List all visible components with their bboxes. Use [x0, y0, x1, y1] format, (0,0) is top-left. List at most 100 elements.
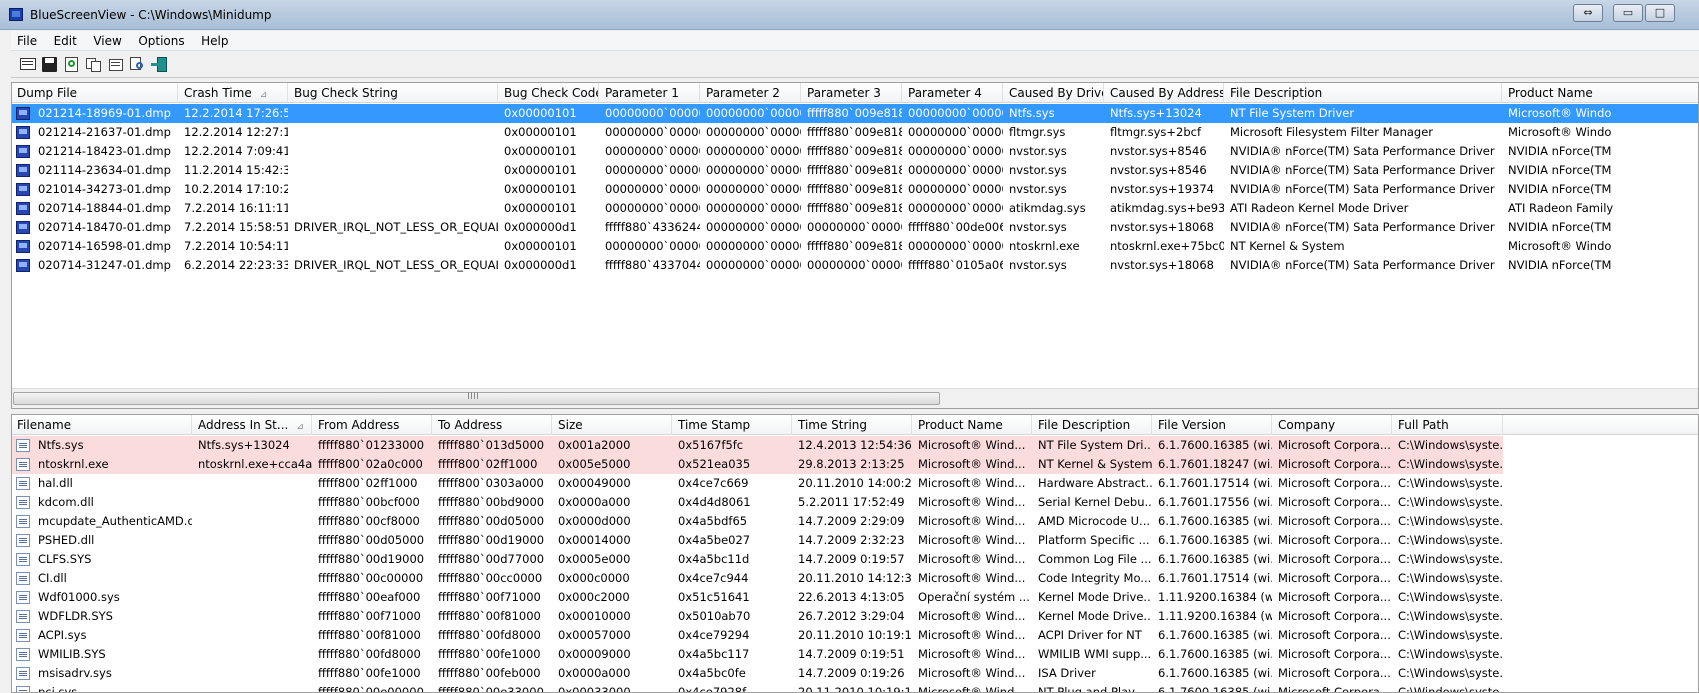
cell-crash-time: 11.2.2014 15:42:34	[184, 163, 288, 177]
menu-options[interactable]: Options	[132, 31, 191, 48]
cell-size: 0x00010000	[558, 609, 631, 623]
menu-view[interactable]: View	[87, 31, 128, 48]
cell-parameter-2: 00000000`000000...	[706, 258, 801, 272]
table-row[interactable]: 021214-18969-01.dmp 12.2.2014 17:26:58 0x0…	[12, 104, 1698, 123]
table-row[interactable]: mcupdate_AuthenticAMD.dll fffff880`00cf80…	[12, 512, 1698, 531]
cell-bug-check-code: 0x00000101	[504, 106, 577, 120]
find-icon[interactable]	[129, 56, 147, 73]
column-header-bug-check-string[interactable]: Bug Check String	[288, 83, 498, 103]
table-row[interactable]: CI.dll fffff880`00c00000 fffff880`00cc0000…	[12, 569, 1698, 588]
column-header-address-in-st[interactable]: Address In St... ⊿	[192, 415, 312, 435]
cell-time-string: 14.7.2009 0:19:51	[798, 647, 905, 661]
cell-full-path: C:\Windows\syste...	[1398, 533, 1503, 547]
cell-to-address: fffff880`00bd9000	[438, 495, 545, 509]
cell-time-stamp: 0x521ea035	[678, 457, 751, 471]
column-header-crash-time[interactable]: Crash Time ⊿	[178, 83, 288, 103]
table-row[interactable]: hal.dll fffff800`02ff1000 fffff800`0303a00…	[12, 474, 1698, 493]
table-row[interactable]: WDFLDR.SYS fffff880`00f71000 fffff880`00f8…	[12, 607, 1698, 626]
cell-file-version: 6.1.7601.17514 (wi...	[1158, 476, 1272, 490]
save-icon[interactable]	[41, 56, 59, 73]
column-header-caused-by-address[interactable]: Caused By Address	[1104, 83, 1224, 103]
table-row[interactable]: 020714-18470-01.dmp 7.2.2014 15:58:51 DRIV…	[12, 218, 1698, 237]
cell-parameter-3: fffff880`009e8180	[807, 163, 902, 177]
column-header-file-description[interactable]: File Description	[1224, 83, 1502, 103]
cell-file-version: 1.11.9200.16384 (w...	[1158, 590, 1272, 604]
horizontal-scrollbar[interactable]	[12, 388, 1698, 408]
menu-help[interactable]: Help	[195, 31, 235, 48]
cell-product-name: Microsoft® Wind...	[918, 628, 1026, 642]
table-row[interactable]: 021014-34273-01.dmp 10.2.2014 17:10:23 0x0…	[12, 180, 1698, 199]
cell-parameter-1: 00000000`000000...	[605, 125, 700, 139]
table-row[interactable]: ACPI.sys fffff880`00f81000 fffff880`00fd80…	[12, 626, 1698, 645]
refresh-icon[interactable]	[63, 56, 81, 73]
table-row[interactable]: ntoskrnl.exe ntoskrnl.exe+cca4a fffff800`0…	[12, 455, 1698, 474]
table-row[interactable]: 020714-31247-01.dmp 6.2.2014 22:23:33 DRIV…	[12, 256, 1698, 275]
table-row[interactable]: CLFS.SYS fffff880`00d19000 fffff880`00d770…	[12, 550, 1698, 569]
minimize-button[interactable]: ⇔	[1573, 4, 1603, 22]
column-header-dump-file[interactable]: Dump File	[12, 83, 178, 103]
column-header-product-name[interactable]: Product Name	[1502, 83, 1698, 103]
cell-time-string: 29.8.2013 2:13:25	[798, 457, 905, 471]
column-header-time-string[interactable]: Time String	[792, 415, 912, 435]
module-file-icon	[16, 629, 30, 642]
column-header-parameter-4[interactable]: Parameter 4	[902, 83, 1003, 103]
restore-button[interactable]: ▭	[1613, 4, 1643, 22]
table-row[interactable]: 021214-18423-01.dmp 12.2.2014 7:09:41 0x00…	[12, 142, 1698, 161]
column-header-product-name[interactable]: Product Name	[912, 415, 1032, 435]
cell-caused-by-driver: nvstor.sys	[1009, 182, 1067, 196]
table-row[interactable]: msisadrv.sys fffff880`00fe1000 fffff880`00…	[12, 664, 1698, 683]
table-row[interactable]: 020714-16598-01.dmp 7.2.2014 10:54:11 0x00…	[12, 237, 1698, 256]
cell-time-string: 14.7.2009 2:32:23	[798, 533, 905, 547]
column-header-file-description[interactable]: File Description	[1032, 415, 1152, 435]
cell-full-path: C:\Windows\syste...	[1398, 552, 1503, 566]
column-header-company[interactable]: Company	[1272, 415, 1392, 435]
properties-icon[interactable]	[107, 56, 125, 73]
column-header-to-address[interactable]: To Address	[432, 415, 552, 435]
table-row[interactable]: Wdf01000.sys fffff880`00eaf000 fffff880`00…	[12, 588, 1698, 607]
exit-icon[interactable]	[151, 56, 169, 73]
column-header-label: Parameter 2	[706, 86, 780, 100]
column-header-filename[interactable]: Filename	[12, 415, 192, 435]
column-header-time-stamp[interactable]: Time Stamp	[672, 415, 792, 435]
table-row[interactable]: PSHED.dll fffff880`00d05000 fffff880`00d19…	[12, 531, 1698, 550]
column-header-caused-by-driver[interactable]: Caused By Driver	[1003, 83, 1104, 103]
column-header-parameter-3[interactable]: Parameter 3	[801, 83, 902, 103]
save-html-report-icon[interactable]	[19, 56, 37, 73]
cell-time-stamp: 0x4a5bc11d	[678, 552, 750, 566]
column-header-file-version[interactable]: File Version	[1152, 415, 1272, 435]
cell-file-description: NT Kernel & System	[1230, 239, 1345, 253]
copy-icon[interactable]	[85, 56, 103, 73]
cell-from-address: fffff880`00fd8000	[318, 647, 421, 661]
menu-edit[interactable]: Edit	[48, 31, 84, 48]
table-row[interactable]: 020714-18844-01.dmp 7.2.2014 16:11:11 0x00…	[12, 199, 1698, 218]
table-row[interactable]: pci.sys fffff880`00e00000 fffff880`00e3300…	[12, 683, 1698, 693]
cell-filename: pci.sys	[38, 685, 78, 693]
column-header-size[interactable]: Size	[552, 415, 672, 435]
cell-parameter-3: 00000000`000000...	[807, 220, 902, 234]
column-header-parameter-1[interactable]: Parameter 1	[599, 83, 700, 103]
cell-file-description: AMD Microcode U...	[1038, 514, 1151, 528]
cell-to-address: fffff800`0303a000	[438, 476, 544, 490]
column-header-parameter-2[interactable]: Parameter 2	[700, 83, 801, 103]
table-row[interactable]: kdcom.dll fffff880`00bcf000 fffff880`00bd9…	[12, 493, 1698, 512]
table-row[interactable]: WMILIB.SYS fffff880`00fd8000 fffff880`00fe…	[12, 645, 1698, 664]
column-header-full-path[interactable]: Full Path	[1392, 415, 1503, 435]
column-header-from-address[interactable]: From Address	[312, 415, 432, 435]
cell-file-description: NT File System Driver	[1230, 106, 1355, 120]
table-row[interactable]: 021114-23634-01.dmp 11.2.2014 15:42:34 0x0…	[12, 161, 1698, 180]
cell-caused-by-driver: nvstor.sys	[1009, 220, 1067, 234]
table-row[interactable]: Ntfs.sys Ntfs.sys+13024 fffff880`01233000 f…	[12, 436, 1698, 455]
title-bar[interactable]: BlueScreenView - C:\Windows\Minidump ⇔ ▭…	[0, 0, 1699, 30]
cell-dump-file: 021014-34273-01.dmp	[38, 182, 171, 196]
cell-to-address: fffff880`00f71000	[438, 590, 541, 604]
cell-file-version: 6.1.7600.16385 (wi...	[1158, 647, 1272, 661]
cell-time-stamp: 0x4a5bc0fe	[678, 666, 746, 680]
table-row[interactable]: 021214-21637-01.dmp 12.2.2014 12:27:17 0x0…	[12, 123, 1698, 142]
cell-file-description: NT Plug and Play ...	[1038, 685, 1150, 693]
menu-file[interactable]: File	[11, 31, 44, 48]
column-header-bug-check-code[interactable]: Bug Check Code	[498, 83, 599, 103]
maximize-button[interactable]: □	[1645, 4, 1675, 22]
cell-from-address: fffff880`00bcf000	[318, 495, 420, 509]
dump-file-icon	[16, 240, 30, 253]
cell-file-description: ISA Driver	[1038, 666, 1096, 680]
